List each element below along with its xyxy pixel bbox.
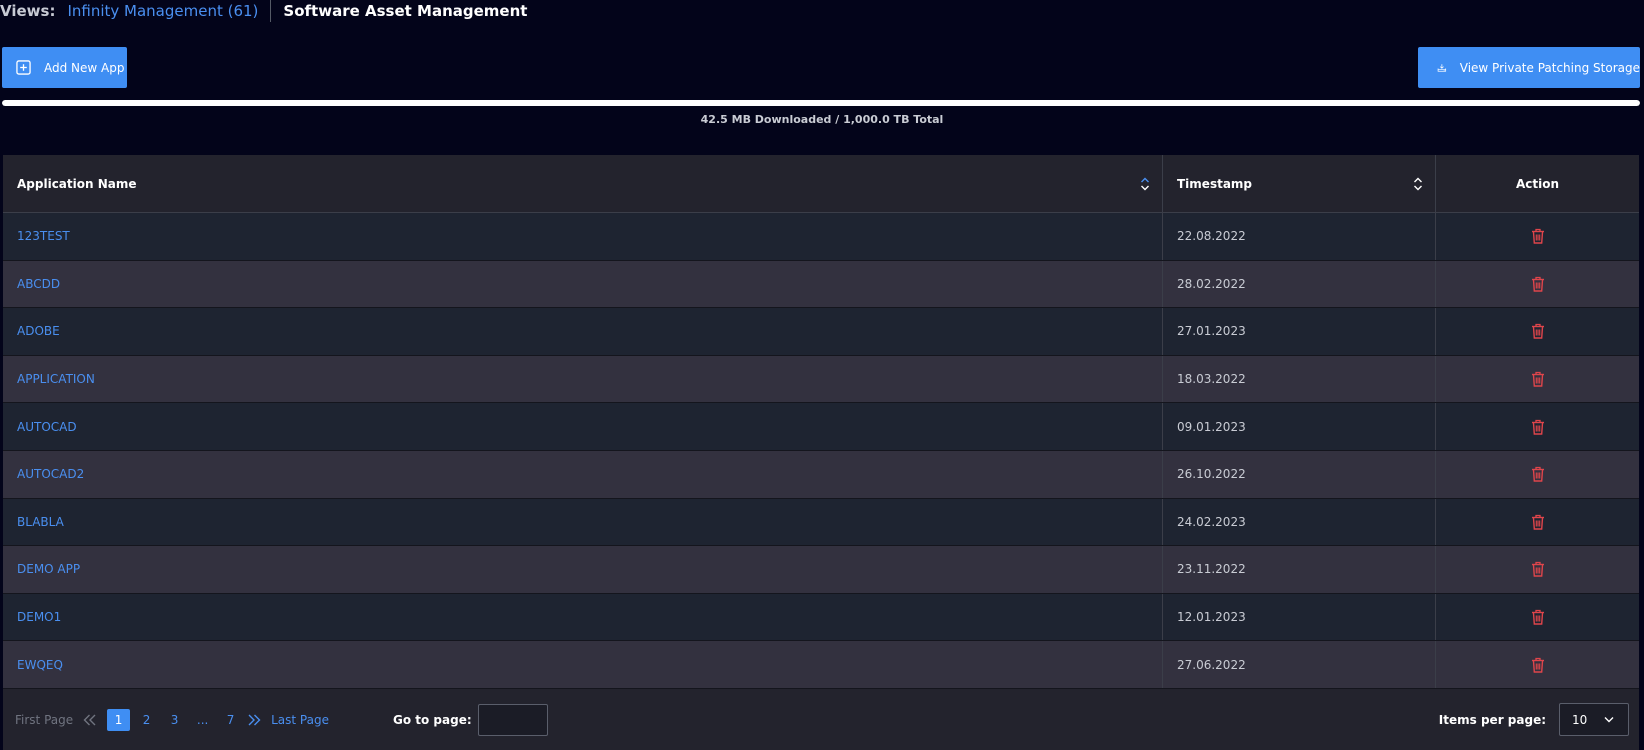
view-link-infinity-management[interactable]: Infinity Management (61) [67,2,258,20]
action-cell [1436,451,1639,498]
application-name-link[interactable]: APPLICATION [3,355,1163,403]
trash-icon[interactable] [1531,371,1545,387]
trash-icon[interactable] [1531,466,1545,482]
table-row: ADOBE 27.01.2023 [3,308,1639,356]
action-cell [1436,546,1639,593]
timestamp-cell: 22.08.2022 [1163,213,1436,260]
table-row: ABCDD 28.02.2022 [3,260,1639,309]
application-name-link[interactable]: 123TEST [3,213,1163,260]
timestamp-cell: 24.02.2023 [1163,498,1436,546]
timestamp-cell: 26.10.2022 [1163,450,1436,498]
application-name-link[interactable]: BLABLA [3,498,1163,546]
timestamp-cell: 23.11.2022 [1163,546,1436,593]
action-cell [1436,499,1639,546]
column-header-label: Action [1515,176,1560,191]
application-name-link[interactable]: DEMO1 [3,593,1163,641]
application-name-link[interactable]: AUTOCAD [3,403,1163,450]
application-name-link[interactable]: EWQEQ [3,641,1163,688]
views-label: Views: [0,2,56,20]
items-per-page-select[interactable]: 10 [1559,703,1629,736]
trash-icon[interactable] [1531,228,1545,244]
trash-icon[interactable] [1531,276,1545,292]
action-cell [1436,641,1639,688]
first-page-link[interactable]: First Page [15,713,73,727]
go-to-page-label: Go to page: [393,712,472,727]
table-row: BLABLA 24.02.2023 [3,498,1639,547]
page-button-7[interactable]: 7 [219,709,242,731]
page-button-1[interactable]: 1 [107,708,131,731]
view-private-patching-storage-button[interactable]: View Private Patching Storage [1418,47,1640,88]
timestamp-cell: 27.06.2022 [1163,641,1436,688]
applications-table: Application Name Timestamp Action 123TES… [3,155,1639,689]
column-header-label: Application Name [17,176,137,191]
storage-progress-bar [2,100,1640,106]
table-row: DEMO1 12.01.2023 [3,593,1639,642]
action-cell [1436,213,1639,260]
trash-icon[interactable] [1531,514,1545,530]
double-chevron-right-icon[interactable] [247,714,261,726]
timestamp-cell: 28.02.2022 [1163,260,1436,308]
sort-icon[interactable] [1140,176,1150,192]
views-bar: Views: Infinity Management (61) Software… [0,0,527,22]
application-name-link[interactable]: DEMO APP [3,546,1163,593]
timestamp-cell: 27.01.2023 [1163,308,1436,355]
trash-icon[interactable] [1531,419,1545,435]
add-new-app-button[interactable]: Add New App [2,47,127,88]
items-per-page: Items per page: 10 [1439,703,1629,736]
timestamp-cell: 09.01.2023 [1163,403,1436,450]
action-cell [1436,356,1639,403]
plus-square-icon [16,60,31,75]
application-name-link[interactable]: ADOBE [3,308,1163,355]
trash-icon[interactable] [1531,657,1545,673]
double-chevron-left-icon[interactable] [83,714,97,726]
column-header-timestamp[interactable]: Timestamp [1163,155,1436,212]
page-button-2[interactable]: 2 [135,709,158,731]
action-cell [1436,261,1639,308]
action-cell [1436,308,1639,355]
column-header-application-name[interactable]: Application Name [3,155,1163,212]
trash-icon[interactable] [1531,609,1545,625]
table-row: AUTOCAD2 26.10.2022 [3,450,1639,499]
go-to-page-input[interactable] [477,703,548,736]
table-row: EWQEQ 27.06.2022 [3,641,1639,689]
table-row: 123TEST 22.08.2022 [3,213,1639,261]
table-row: AUTOCAD 09.01.2023 [3,403,1639,451]
sort-icon[interactable] [1413,176,1423,192]
page-button-3[interactable]: 3 [163,709,186,731]
application-name-link[interactable]: AUTOCAD2 [3,450,1163,498]
chevron-down-icon [1604,717,1614,723]
action-cell [1436,594,1639,641]
view-private-patching-storage-label: View Private Patching Storage [1459,60,1640,75]
application-name-link[interactable]: ABCDD [3,260,1163,308]
action-cell [1436,403,1639,450]
pagination-bar: First Page 1 2 3 ... 7 Last Page Go to p… [3,689,1639,750]
timestamp-cell: 12.01.2023 [1163,593,1436,641]
download-storage-icon [1437,63,1447,72]
column-header-label: Timestamp [1177,176,1253,191]
view-current-software-asset-management[interactable]: Software Asset Management [283,2,527,20]
trash-icon[interactable] [1531,323,1545,340]
views-divider [270,0,272,22]
table-header: Application Name Timestamp Action [3,155,1639,213]
last-page-link[interactable]: Last Page [271,713,329,727]
storage-usage-text: 42.5 MB Downloaded / 1,000.0 TB Total [700,113,944,126]
table-row: APPLICATION 18.03.2022 [3,355,1639,404]
trash-icon[interactable] [1531,561,1545,578]
table-row: DEMO APP 23.11.2022 [3,546,1639,594]
items-per-page-value: 10 [1572,712,1588,727]
storage-progress-fill [2,100,1640,106]
column-header-action: Action [1436,155,1639,212]
table-body: 123TEST 22.08.2022 ABCDD 28.02.2022 ADOBE 27.… [3,213,1639,689]
items-per-page-label: Items per page: [1438,712,1546,727]
page-ellipsis: ... [196,712,209,727]
timestamp-cell: 18.03.2022 [1163,355,1436,403]
add-new-app-label: Add New App [44,60,125,75]
